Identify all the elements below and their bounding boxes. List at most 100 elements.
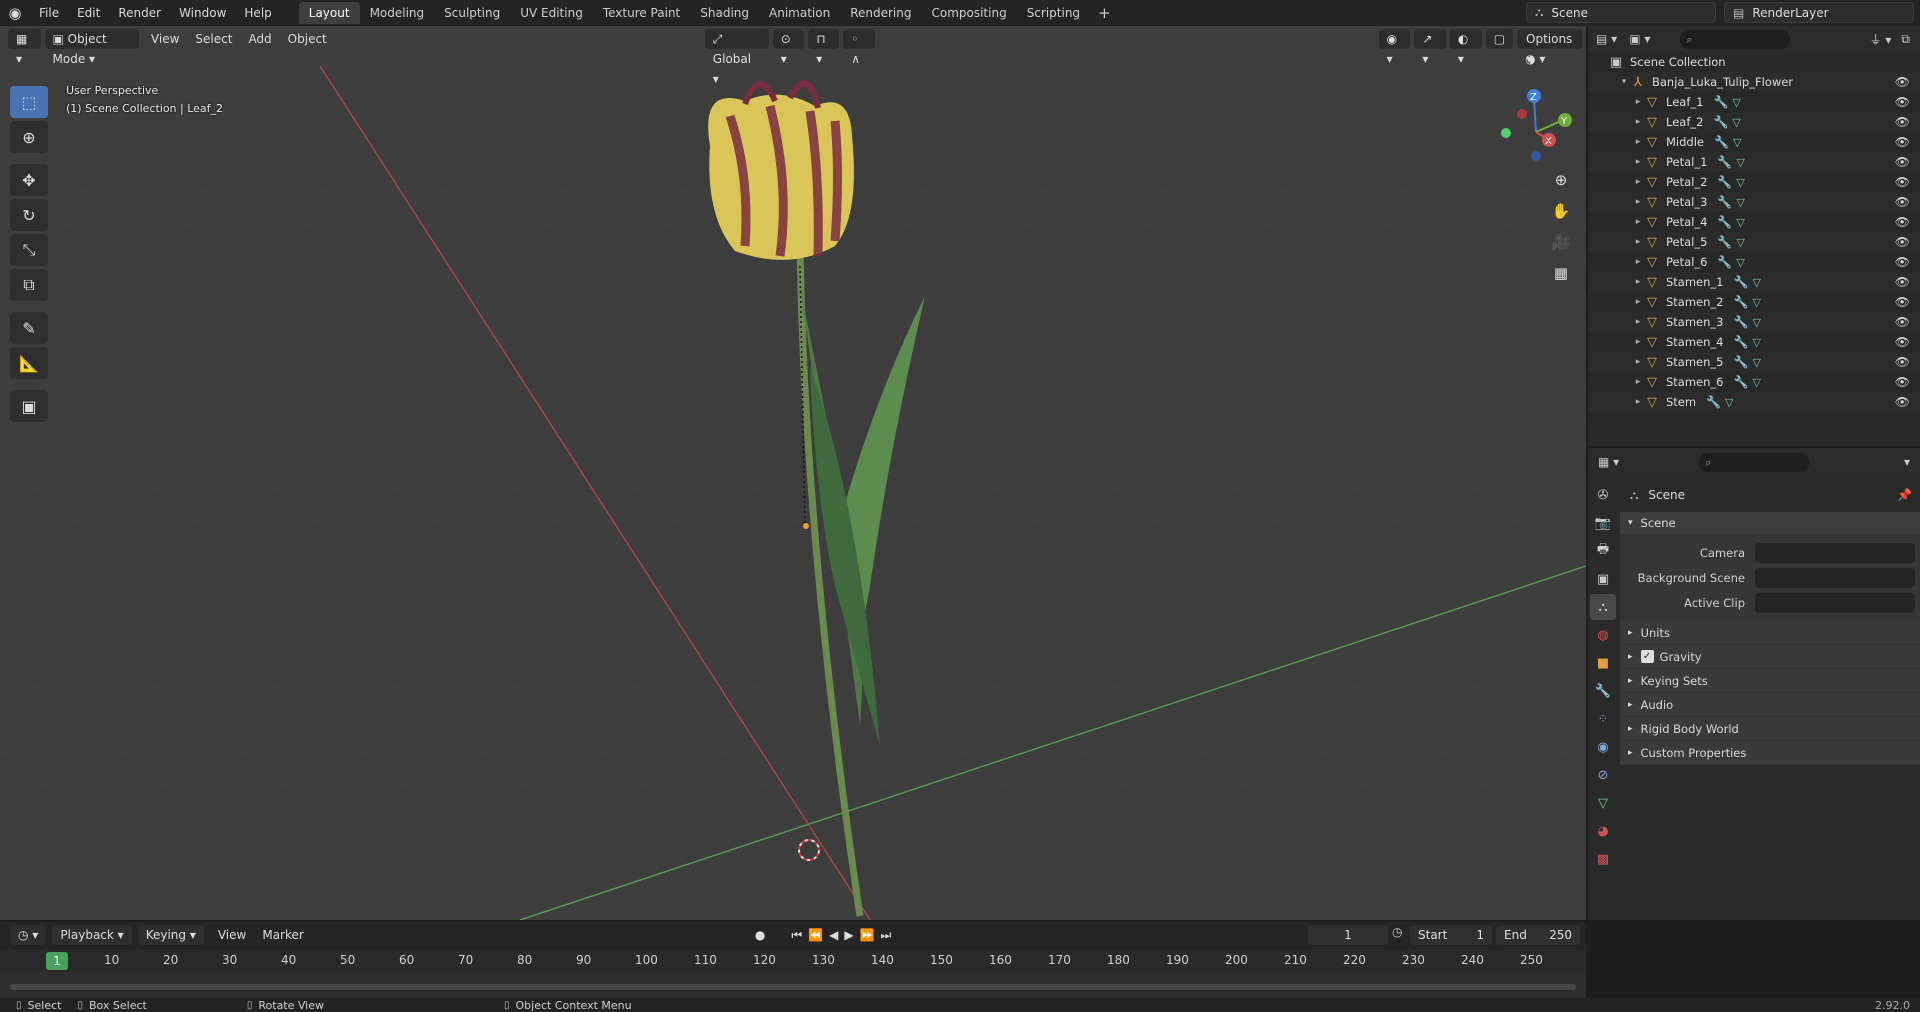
visibility-eye-icon[interactable]: 👁 [1895,175,1910,189]
particles-tab-icon[interactable]: ⁘ [1590,706,1616,732]
outliner-object-row[interactable]: ▸ ▽ Petal_2 🔧 ▽ 👁 [1588,172,1920,192]
physics-tab-icon[interactable]: ◉ [1590,734,1616,760]
expand-arrow-icon[interactable]: ▸ [1632,337,1644,347]
view-layer-tab-icon[interactable]: ▣ [1590,566,1616,592]
jump-end-icon[interactable]: ⏭ [878,928,895,943]
menu-select[interactable]: Select [187,32,240,46]
outliner-object-row[interactable]: ▸ ▽ Stamen_4 🔧 ▽ 👁 [1588,332,1920,352]
modifier-wrench-icon[interactable]: 🔧 [1714,135,1729,149]
modifier-wrench-icon[interactable]: 🔧 [1717,215,1732,229]
scale-tool-icon[interactable]: ⤡ [10,234,48,266]
tab-compositing[interactable]: Compositing [921,2,1016,24]
scene-tab-icon[interactable]: ⛬ [1590,594,1616,620]
camera-field[interactable] [1755,542,1915,563]
object-tab-icon[interactable]: ■ [1590,650,1616,676]
proportional-edit-button[interactable]: ◦ ∧ [843,29,875,66]
menu-view[interactable]: View [143,32,187,46]
modifier-wrench-icon[interactable]: 🔧 [1717,235,1732,249]
zoom-icon[interactable]: ⊕ [1549,166,1573,194]
expand-arrow-icon[interactable]: ▸ [1632,297,1644,307]
outliner-editor-type-icon[interactable]: ▤ ▾ [1596,32,1617,46]
expand-arrow-icon[interactable]: ▸ [1632,157,1644,167]
expand-arrow-icon[interactable]: ▾ [1618,77,1630,87]
editor-type-button[interactable]: ▦ ▾ [8,29,41,66]
jump-keyframe-forward-icon[interactable]: ⏩ [857,928,878,942]
visibility-eye-icon[interactable]: 👁 [1895,335,1910,349]
menu-edit[interactable]: Edit [68,0,109,26]
mesh-data-icon[interactable]: ▽ [1732,96,1740,109]
play-icon[interactable]: ▶ [841,928,856,942]
outliner-object-row[interactable]: ▸ ▽ Leaf_2 🔧 ▽ 👁 [1588,112,1920,132]
expand-arrow-icon[interactable]: ▸ [1632,237,1644,247]
expand-arrow-icon[interactable]: ▸ [1632,217,1644,227]
tool-tab-icon[interactable]: ✇ [1590,482,1616,508]
menu-render[interactable]: Render [109,0,170,26]
transform-tool-icon[interactable]: ⧉ [10,269,48,301]
modifier-wrench-icon[interactable]: 🔧 [1717,255,1732,269]
expand-arrow-icon[interactable]: ▸ [1632,257,1644,267]
current-frame-field[interactable]: 1 [1308,925,1388,945]
pin-icon[interactable]: 📌 [1897,488,1912,502]
xray-toggle-button[interactable]: ▢ [1485,29,1514,49]
outliner-search-input[interactable]: ⌕ [1680,29,1791,49]
visibility-eye-icon[interactable]: 👁 [1895,95,1910,109]
visibility-button[interactable]: ◉ ▾ [1378,29,1411,66]
outliner-object-row[interactable]: ▸ ▽ Middle 🔧 ▽ 👁 [1588,132,1920,152]
scene-panel-header[interactable]: ▾ Scene [1620,512,1920,534]
object-mode-dropdown[interactable]: ▣ Object Mode ▾ [44,29,139,66]
tab-sculpting[interactable]: Sculpting [434,2,510,24]
world-tab-icon[interactable]: ◍ [1590,622,1616,648]
tab-texture-paint[interactable]: Texture Paint [593,2,690,24]
current-frame-indicator[interactable]: 1 [46,952,68,970]
tab-shading[interactable]: Shading [690,2,759,24]
cursor-tool-icon[interactable]: ⊕ [10,121,48,153]
outliner-object-row[interactable]: ▸ ▽ Stamen_1 🔧 ▽ 👁 [1588,272,1920,292]
visibility-eye-icon[interactable]: 👁 [1895,275,1910,289]
keying-dropdown[interactable]: Keying ▾ [137,925,204,945]
texture-tab-icon[interactable]: ▩ [1590,846,1616,872]
background-scene-field[interactable] [1755,567,1915,588]
expand-arrow-icon[interactable]: ▸ [1632,277,1644,287]
new-collection-icon[interactable]: ⧉ [1901,32,1910,47]
visibility-eye-icon[interactable]: 👁 [1895,255,1910,269]
modifier-wrench-icon[interactable]: 🔧 [1734,335,1749,349]
keying-sets-panel[interactable]: ▸ Keying Sets [1620,669,1920,693]
mesh-data-icon[interactable]: ▽ [1736,196,1744,209]
visibility-eye-icon[interactable]: 👁 [1895,195,1910,209]
playback-dropdown[interactable]: Playback ▾ [52,925,132,945]
properties-options-icon[interactable]: ▾ [1904,455,1910,469]
scene-selector[interactable]: ⛬ Scene [1526,2,1716,23]
outliner-object-row[interactable]: ▸ ▽ Stamen_6 🔧 ▽ 👁 [1588,372,1920,392]
expand-arrow-icon[interactable]: ▸ [1632,377,1644,387]
expand-arrow-icon[interactable]: ▸ [1632,97,1644,107]
mesh-data-icon[interactable]: ▽ [1736,176,1744,189]
rigid-body-world-panel[interactable]: ▸ Rigid Body World [1620,717,1920,741]
expand-arrow-icon[interactable]: ▸ [1632,397,1644,407]
constraints-tab-icon[interactable]: ⊘ [1590,762,1616,788]
visibility-eye-icon[interactable]: 👁 [1895,135,1910,149]
overlay-toggle-button[interactable]: ◐ ▾ [1449,29,1482,66]
move-tool-icon[interactable]: ✥ [10,164,48,196]
add-cube-tool-icon[interactable]: ▣ [10,390,48,422]
outliner-object-row[interactable]: ▸ ▽ Stamen_2 🔧 ▽ 👁 [1588,292,1920,312]
menu-add[interactable]: Add [240,32,279,46]
visibility-eye-icon[interactable]: 👁 [1895,155,1910,169]
rotate-tool-icon[interactable]: ↻ [10,199,48,231]
mesh-data-icon[interactable]: ▽ [1736,236,1744,249]
audio-panel[interactable]: ▸ Audio [1620,693,1920,717]
mesh-data-icon[interactable]: ▽ [1752,356,1760,369]
expand-arrow-icon[interactable]: ▸ [1632,357,1644,367]
tulip-collection-row[interactable]: ▾ ⅄ Banja_Luka_Tulip_Flower 👁 [1588,72,1920,92]
blender-logo-icon[interactable]: ◉ [0,4,30,22]
visibility-eye-icon[interactable]: 👁 [1895,315,1910,329]
tab-animation[interactable]: Animation [759,2,840,24]
outliner-object-row[interactable]: ▸ ▽ Stem 🔧 ▽ 👁 [1588,392,1920,412]
record-icon[interactable]: ● [752,928,768,942]
output-tab-icon[interactable]: 🖶 [1590,538,1616,564]
expand-arrow-icon[interactable]: ▸ [1632,177,1644,187]
tab-scripting[interactable]: Scripting [1017,2,1090,24]
mesh-data-icon[interactable]: ▽ [1752,376,1760,389]
measure-tool-icon[interactable]: 📐 [10,347,48,379]
modifier-wrench-icon[interactable]: 🔧 [1706,395,1721,409]
menu-help[interactable]: Help [235,0,280,26]
